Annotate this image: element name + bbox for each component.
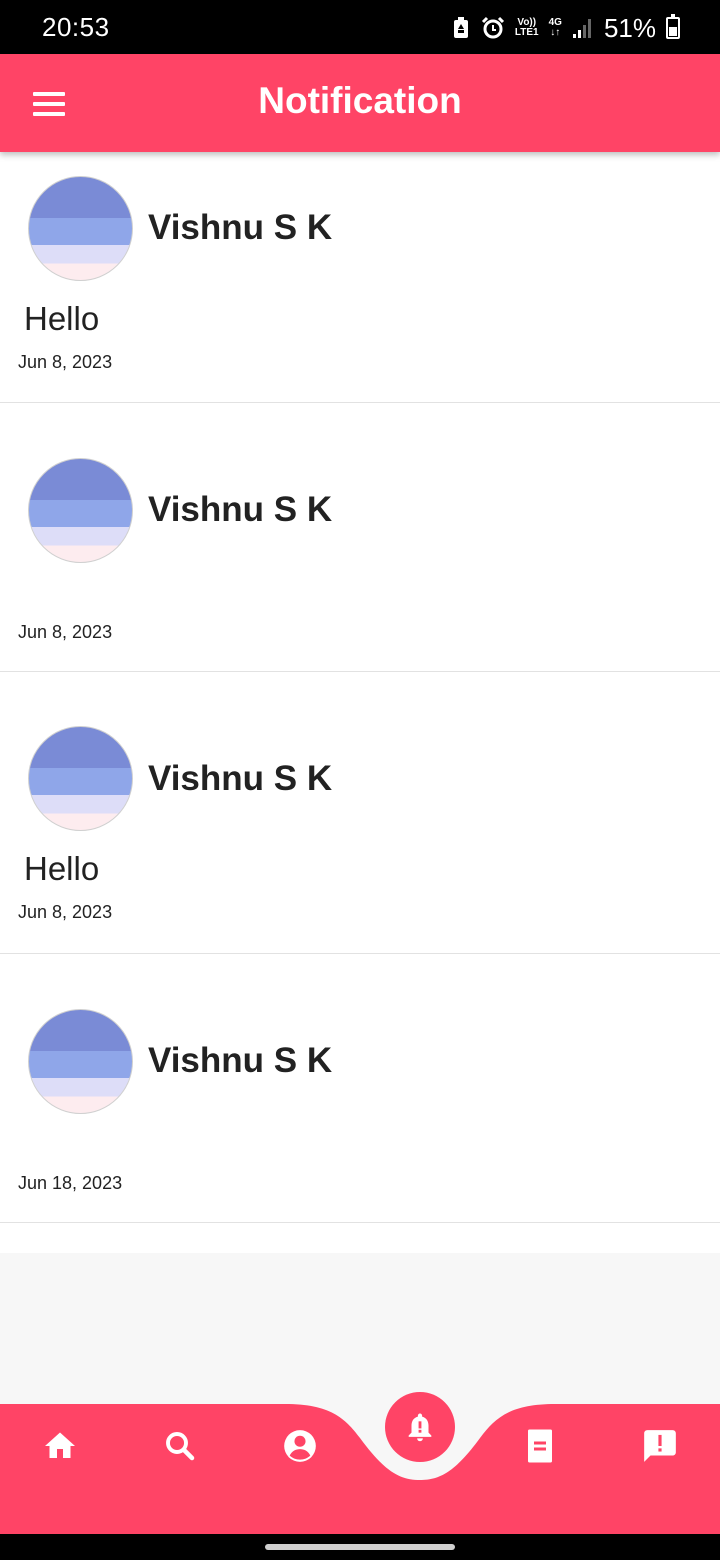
battery-percent: 51% (603, 12, 656, 43)
notification-date: Jun 8, 2023 (18, 902, 113, 922)
account-icon[interactable] (270, 1416, 330, 1476)
sender-name: Vishnu S K (148, 208, 333, 247)
sender-name: Vishnu S K (148, 490, 333, 529)
status-icons: Vo)) LTE1 4G ↓↑ 51% (451, 12, 680, 44)
list-footer (0, 1223, 720, 1253)
avatar (28, 458, 133, 563)
app-bar: Notification (0, 54, 720, 152)
gesture-bar (0, 1534, 720, 1560)
volte-indicator: Vo)) LTE1 (515, 18, 539, 38)
notification-message: Hello (24, 300, 100, 337)
notification-date: Jun 8, 2023 (18, 352, 113, 372)
lte-label: LTE1 (514, 27, 539, 38)
notification-item[interactable]: Vishnu S K Hello Jun 8, 2023 (0, 152, 720, 403)
notification-item[interactable]: Vishnu S K Jun 18, 2023 (0, 954, 720, 1223)
recycle-bin-icon (453, 17, 468, 38)
data-arrows-icon: ↓↑ (550, 27, 561, 38)
search-icon[interactable] (150, 1416, 210, 1476)
notification-list: Vishnu S K Hello Jun 8, 2023 Vishnu S K … (0, 152, 720, 1253)
alarm-icon (481, 16, 504, 39)
bottom-nav-background (0, 1404, 720, 1534)
signal-icon (572, 19, 591, 38)
page-title: Notification (258, 80, 462, 121)
status-time: 20:53 (42, 12, 110, 42)
home-icon[interactable] (30, 1416, 90, 1476)
notification-item[interactable]: Vishnu S K Hello Jun 8, 2023 (0, 672, 720, 954)
sender-name: Vishnu S K (148, 1041, 333, 1080)
avatar (28, 726, 133, 831)
data-indicator: 4G ↓↑ (549, 18, 562, 38)
notification-date: Jun 18, 2023 (18, 1173, 123, 1193)
battery-icon (666, 14, 680, 39)
notification-message: Hello (24, 850, 100, 887)
sender-name: Vishnu S K (148, 759, 333, 798)
status-bar: 20:53 Vo)) LTE1 4G ↓↑ 51% (0, 0, 720, 54)
notification-date: Jun 8, 2023 (18, 622, 113, 642)
notification-item[interactable]: Vishnu S K Jun 8, 2023 (0, 403, 720, 672)
avatar (28, 176, 133, 281)
feedback-icon[interactable] (630, 1416, 690, 1476)
home-indicator[interactable] (265, 1544, 455, 1550)
avatar (28, 1009, 133, 1114)
notification-bell-icon[interactable] (385, 1392, 455, 1462)
document-icon[interactable] (510, 1416, 570, 1476)
bottom-navigation (0, 1392, 720, 1534)
